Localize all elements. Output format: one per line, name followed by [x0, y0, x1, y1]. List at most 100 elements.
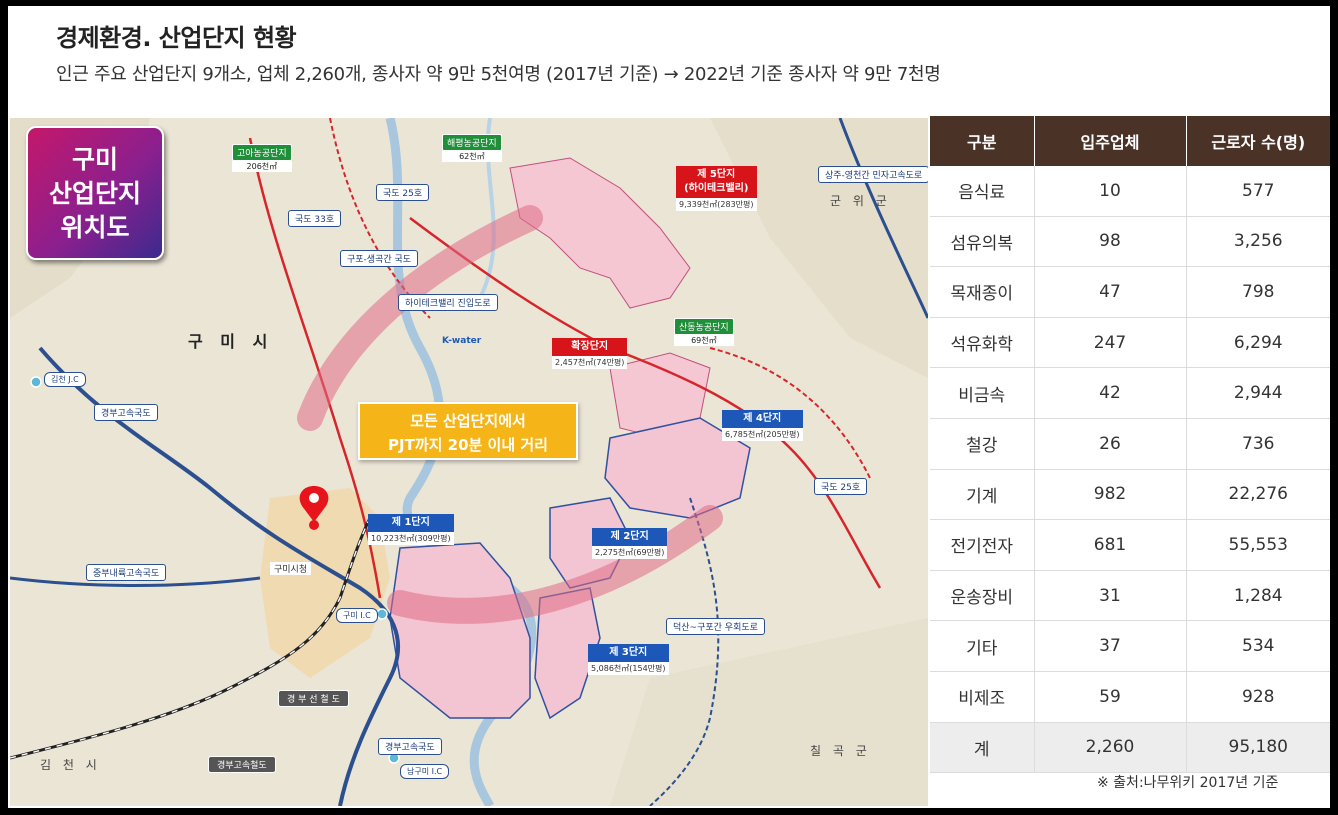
table-row: 비제조 59 928 — [930, 671, 1330, 723]
junction-namgumi: 남구미 I.C — [400, 764, 450, 779]
complex-4-name: 제 4단지 — [722, 410, 803, 428]
farm-complex-sandong: 산동농공단지 69천㎡ — [674, 318, 734, 346]
farm-complex-sandong-name: 산동농공단지 — [674, 318, 734, 335]
cell-category: 기계 — [930, 469, 1035, 521]
cell-workers: 22,276 — [1186, 469, 1330, 521]
table-row: 음식료 10 577 — [930, 166, 1330, 217]
city-gimcheon: 김 천 시 — [40, 758, 101, 772]
complex-5-sub: (하이테크밸리) — [684, 183, 749, 194]
table-row: 섬유의복 98 3,256 — [930, 216, 1330, 268]
farm-complex-haepyeong-name: 해평농공단지 — [442, 134, 502, 151]
industry-table-container: 구분 입주업체 근로자 수(명) 음식료 10 577 섬유의복 98 3,256 목재종이… — [930, 116, 1330, 774]
gumi-city-hall: 구미시청 — [270, 562, 312, 575]
farm-complex-goa-area: 206천㎡ — [232, 161, 292, 172]
complex-1-area: 10,223천㎡(309만평) — [368, 532, 454, 545]
farm-complex-haepyeong-area: 62천㎡ — [442, 151, 502, 162]
table-row: 석유화학 247 6,294 — [930, 317, 1330, 369]
cell-companies: 982 — [1034, 469, 1187, 521]
table-body: 음식료 10 577 섬유의복 98 3,256 목재종이 47 798 석유화학 247 6,294… — [930, 166, 1330, 774]
cell-workers: 798 — [1186, 266, 1330, 318]
cell-workers: 534 — [1186, 620, 1330, 672]
industry-table: 구분 입주업체 근로자 수(명) 음식료 10 577 섬유의복 98 3,256 목재종이… — [930, 116, 1330, 774]
cell-category: 석유화학 — [930, 317, 1035, 369]
road-gyeongbu-hsr: 경부고속철도 — [208, 756, 276, 773]
cell-workers: 6,294 — [1186, 317, 1330, 369]
source-note: ※ 출처:나무위키 2017년 기준 — [1097, 775, 1279, 791]
complex-4-area: 6,785천㎡(205만평) — [722, 428, 803, 441]
cell-companies: 247 — [1034, 317, 1187, 369]
table-row: 운송장비 31 1,284 — [930, 570, 1330, 622]
complex-3-area: 5,086천㎡(154만평) — [588, 662, 669, 675]
table-row: 비금속 42 2,944 — [930, 367, 1330, 419]
location-map[interactable]: 구미 산업단지 위치도 구 미 시 김 천 시 군 위 군 칠 곡 군 국도 2… — [10, 118, 928, 806]
table-row: 목재종이 47 798 — [930, 266, 1330, 318]
cell-workers: 3,256 — [1186, 216, 1330, 268]
cell-workers: 1,284 — [1186, 570, 1330, 622]
cell-category: 섬유의복 — [930, 216, 1035, 268]
farm-complex-goa: 고아농공단지 206천㎡ — [232, 144, 292, 172]
road-r33: 국도 33호 — [288, 210, 342, 227]
page-title: 경제환경. 산업단지 현황 — [56, 24, 297, 52]
complex-1-label[interactable]: 제 1단지 10,223천㎡(309만평) — [368, 514, 454, 545]
callout-line-1: 모든 산업단지에서 — [410, 412, 526, 430]
city-gunwi: 군 위 군 — [830, 194, 891, 208]
complex-2-area: 2,275천㎡(69만평) — [592, 546, 668, 559]
cell-workers: 2,944 — [1186, 367, 1330, 419]
road-gyeongbu-lower: 경부고속국도 — [378, 738, 442, 755]
complex-5-area: 9,339천㎡(283만평) — [676, 198, 757, 211]
kwater-logo: K-water — [442, 336, 482, 346]
complex-4-label[interactable]: 제 4단지 6,785천㎡(205만평) — [722, 410, 803, 441]
complex-exp-name: 확장단지 — [552, 338, 628, 356]
farm-complex-haepyeong: 해평농공단지 62천㎡ — [442, 134, 502, 162]
road-sangju: 상주-영천간 민자고속도로 — [818, 166, 928, 183]
cell-companies: 42 — [1034, 367, 1187, 419]
junction-gimcheon: 김천 J.C — [44, 372, 86, 387]
table-header-row: 구분 입주업체 근로자 수(명) — [930, 116, 1330, 166]
badge-line-3: 위치도 — [60, 213, 130, 242]
cell-workers: 928 — [1186, 671, 1330, 723]
complex-3-name: 제 3단지 — [588, 644, 669, 662]
access-callout: 모든 산업단지에서 PJT까지 20분 이내 거리 — [358, 402, 578, 460]
complex-3-label[interactable]: 제 3단지 5,086천㎡(154만평) — [588, 644, 669, 675]
table-row: 기계 982 22,276 — [930, 469, 1330, 521]
cell-companies: 37 — [1034, 620, 1187, 672]
cell-category: 비제조 — [930, 671, 1035, 723]
junction-gumi-ic: 구미 I.C — [336, 608, 378, 623]
cell-category: 전기전자 — [930, 519, 1035, 571]
complex-2-label[interactable]: 제 2단지 2,275천㎡(69만평) — [592, 528, 668, 559]
road-hitech: 하이테크밸리 진입도로 — [398, 294, 498, 311]
table-row: 철강 26 736 — [930, 418, 1330, 470]
complex-2-name: 제 2단지 — [592, 528, 668, 546]
road-gugo: 구포-생곡간 국도 — [340, 250, 419, 267]
city-gumi: 구 미 시 — [188, 332, 274, 351]
table-total-row: 계 2,260 95,180 — [930, 722, 1330, 774]
complex-5-label[interactable]: 제 5단지 (하이테크밸리) 9,339천㎡(283만평) — [676, 166, 757, 211]
complex-5-title: 제 5단지 (하이테크밸리) — [676, 166, 757, 198]
table-row: 기타 37 534 — [930, 620, 1330, 672]
table-row: 전기전자 681 55,553 — [930, 519, 1330, 571]
cell-workers: 577 — [1186, 166, 1330, 217]
cell-workers: 736 — [1186, 418, 1330, 470]
map-badge: 구미 산업단지 위치도 — [26, 126, 164, 260]
road-r25-top: 국도 25호 — [376, 184, 430, 201]
cell-companies: 98 — [1034, 216, 1187, 268]
cell-category: 목재종이 — [930, 266, 1035, 318]
city-chilgok: 칠 곡 군 — [810, 744, 871, 758]
road-r25-right: 국도 25호 — [814, 478, 868, 495]
complex-exp-label[interactable]: 확장단지 2,457천㎡(74만평) — [552, 338, 628, 369]
callout-line-2: PJT까지 20분 이내 거리 — [388, 436, 548, 454]
cell-companies: 47 — [1034, 266, 1187, 318]
cell-category: 운송장비 — [930, 570, 1035, 622]
page-subtitle: 인근 주요 산업단지 9개소, 업체 2,260개, 종사자 약 9만 5천여명… — [56, 64, 941, 85]
total-workers: 95,180 — [1186, 722, 1330, 774]
road-bypass: 덕산~구포간 우회도로 — [666, 618, 765, 635]
cell-companies: 31 — [1034, 570, 1187, 622]
complex-5-name: 제 5단지 — [697, 169, 736, 180]
road-gyeongbu-upper: 경부고속국도 — [94, 404, 158, 421]
cell-companies: 681 — [1034, 519, 1187, 571]
complex-exp-area: 2,457천㎡(74만평) — [552, 356, 628, 369]
badge-line-2: 산업단지 — [48, 179, 141, 208]
road-jungbu: 중부내륙고속국도 — [86, 564, 167, 581]
cell-companies: 26 — [1034, 418, 1187, 470]
farm-complex-sandong-area: 69천㎡ — [674, 335, 734, 346]
